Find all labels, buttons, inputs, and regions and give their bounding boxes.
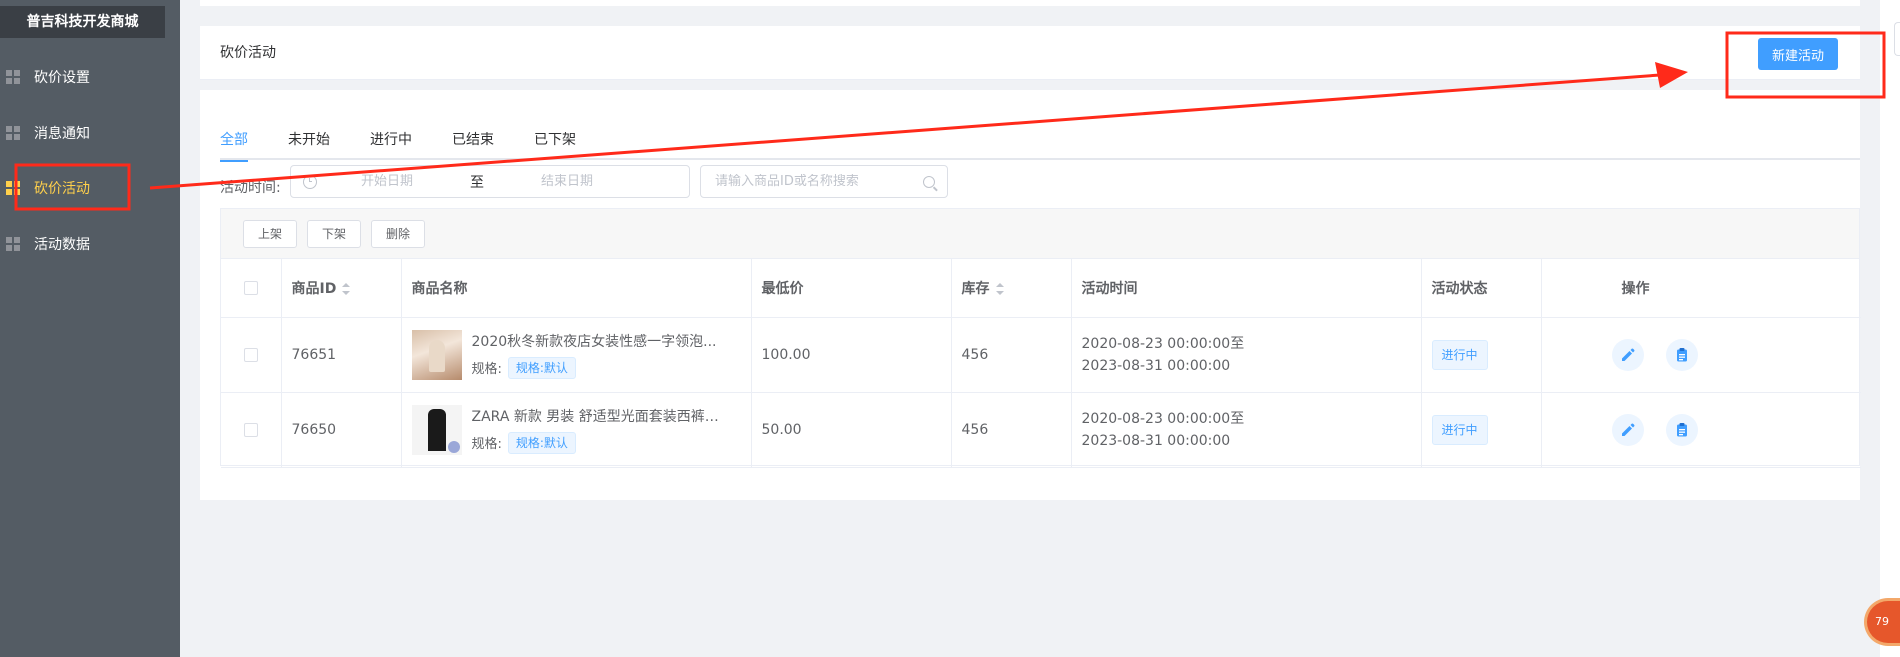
content-card: 全部 未开始 进行中 已结束 已下架 活动时间: 至 上架 下架 删除 xyxy=(200,90,1861,500)
table-row: 76650 ZARA 新款 男装 舒适型光面套装西裤 ... 规格: 规格:默认 xyxy=(221,392,1861,468)
spec-label: 规格: xyxy=(471,437,502,452)
product-name: ZARA 新款 男装 舒适型光面套装西裤 ... xyxy=(471,408,722,425)
status-badge: 进行中 xyxy=(1431,339,1488,370)
search-box xyxy=(700,165,948,198)
table-row: 76651 2020秋冬新款夜店女装性感一字领泡... 规格: 规格:默认 10… xyxy=(221,317,1861,393)
delete-button[interactable]: 删除 xyxy=(371,219,426,248)
sidebar-item-label: 消息通知 xyxy=(34,126,90,142)
column-label: 库存 xyxy=(961,280,990,297)
grid-icon xyxy=(6,126,20,140)
time-start: 2020-08-23 00:00:00至 xyxy=(1081,335,1245,352)
status-tabs: 全部 未开始 进行中 已结束 已下架 xyxy=(220,120,1860,162)
page-title: 砍价活动 xyxy=(220,45,276,61)
sort-icon[interactable] xyxy=(995,282,1004,295)
header-checkbox-cell xyxy=(221,259,282,318)
top-strip xyxy=(200,0,1860,6)
row-checkbox[interactable] xyxy=(243,347,258,362)
end-date-input[interactable] xyxy=(497,174,637,189)
start-date-input[interactable] xyxy=(317,174,457,189)
sidebar-item-bargain-activity[interactable]: 砍价活动 xyxy=(0,168,180,208)
clock-icon xyxy=(303,174,317,189)
column-header-min-price: 最低价 xyxy=(751,259,952,318)
row-checkbox-cell xyxy=(221,392,282,468)
spec-tag: 规格:默认 xyxy=(507,356,576,379)
column-header-stock[interactable]: 库存 xyxy=(951,259,1072,318)
table-toolbar: 上架 下架 删除 xyxy=(221,209,1859,259)
sort-icon[interactable] xyxy=(342,282,351,295)
data-table: 商品ID 商品名称 最低价 库存 活动时间 活动状态 操作 76651 2020… xyxy=(221,259,1861,468)
edit-button[interactable] xyxy=(1611,413,1644,446)
actions-cell xyxy=(1541,317,1861,393)
activity-time: 2020-08-23 00:00:00至 2023-08-31 00:00:00 xyxy=(1071,392,1422,468)
product-id: 76651 xyxy=(281,317,402,393)
search-input[interactable] xyxy=(715,174,923,189)
tab-delisted[interactable]: 已下架 xyxy=(534,120,576,160)
product-cell: 2020秋冬新款夜店女装性感一字领泡... 规格: 规格:默认 xyxy=(401,317,752,393)
column-header-status: 活动状态 xyxy=(1421,259,1542,318)
column-label: 商品ID xyxy=(291,280,337,297)
date-range-picker[interactable]: 至 xyxy=(290,165,690,198)
details-button[interactable] xyxy=(1665,338,1698,371)
time-start: 2020-08-23 00:00:00至 xyxy=(1081,410,1245,427)
tab-not-started[interactable]: 未开始 xyxy=(288,120,330,160)
min-price: 50.00 xyxy=(751,392,952,468)
status-badge: 进行中 xyxy=(1431,414,1488,445)
stock: 456 xyxy=(951,317,1072,393)
sidebar: 普吉科技开发商城 砍价设置 消息通知 砍价活动 活动数据 xyxy=(0,0,180,657)
pencil-icon xyxy=(1621,348,1634,361)
side-tab-handle[interactable] xyxy=(1894,22,1900,56)
actions-cell xyxy=(1541,392,1861,468)
column-header-actions: 操作 xyxy=(1541,259,1861,318)
date-separator: 至 xyxy=(470,174,484,191)
status-cell: 进行中 xyxy=(1421,392,1542,468)
sidebar-item-label: 砍价设置 xyxy=(34,70,90,86)
spec-label: 规格: xyxy=(471,362,502,377)
tab-all[interactable]: 全部 xyxy=(220,120,248,162)
activity-time-label: 活动时间: xyxy=(220,180,281,196)
sidebar-item-bargain-settings[interactable]: 砍价设置 xyxy=(0,57,180,97)
product-thumbnail xyxy=(411,404,462,455)
sidebar-item-label: 活动数据 xyxy=(34,237,90,253)
list-on-button[interactable]: 上架 xyxy=(243,219,298,248)
sidebar-item-notifications[interactable]: 消息通知 xyxy=(0,113,180,153)
spec-tag: 规格:默认 xyxy=(507,431,576,454)
grid-icon xyxy=(6,237,20,251)
grid-icon xyxy=(6,181,20,195)
list-off-button[interactable]: 下架 xyxy=(307,219,362,248)
row-checkbox[interactable] xyxy=(243,422,258,437)
product-id: 76650 xyxy=(281,392,402,468)
table-header-row: 商品ID 商品名称 最低价 库存 活动时间 活动状态 操作 xyxy=(221,259,1861,318)
search-icon[interactable] xyxy=(923,175,935,188)
column-header-activity-time: 活动时间 xyxy=(1071,259,1422,318)
tab-ended[interactable]: 已结束 xyxy=(452,120,494,160)
time-end: 2023-08-31 00:00:00 xyxy=(1081,357,1231,374)
new-activity-button[interactable]: 新建活动 xyxy=(1758,38,1838,70)
clipboard-icon xyxy=(1676,422,1687,436)
product-thumbnail xyxy=(411,329,462,380)
edit-button[interactable] xyxy=(1611,338,1644,371)
header-card: 砍价活动 新建活动 xyxy=(200,26,1860,80)
clipboard-icon xyxy=(1676,347,1687,361)
main-area: 砍价活动 新建活动 全部 未开始 进行中 已结束 已下架 活动时间: 至 上架 … xyxy=(180,0,1880,657)
brand-title: 普吉科技开发商城 xyxy=(0,6,165,38)
sidebar-item-activity-data[interactable]: 活动数据 xyxy=(0,224,180,264)
column-header-name: 商品名称 xyxy=(401,259,752,318)
status-cell: 进行中 xyxy=(1421,317,1542,393)
column-header-id[interactable]: 商品ID xyxy=(281,259,402,318)
product-name: 2020秋冬新款夜店女装性感一字领泡... xyxy=(471,333,717,350)
grid-icon xyxy=(6,70,20,84)
tab-in-progress[interactable]: 进行中 xyxy=(370,120,412,160)
time-end: 2023-08-31 00:00:00 xyxy=(1081,432,1231,449)
details-button[interactable] xyxy=(1665,413,1698,446)
pencil-icon xyxy=(1621,423,1634,436)
right-edge-panel xyxy=(1880,0,1900,657)
row-checkbox-cell xyxy=(221,317,282,393)
sidebar-item-label: 砍价活动 xyxy=(34,181,90,197)
product-table: 上架 下架 删除 商品ID 商品名称 最低价 库存 活动时间 活动状态 操作 7… xyxy=(220,208,1861,468)
activity-time: 2020-08-23 00:00:00至 2023-08-31 00:00:00 xyxy=(1071,317,1422,393)
product-cell: ZARA 新款 男装 舒适型光面套装西裤 ... 规格: 规格:默认 xyxy=(401,392,752,468)
select-all-checkbox[interactable] xyxy=(243,280,258,295)
min-price: 100.00 xyxy=(751,317,952,393)
stock: 456 xyxy=(951,392,1072,468)
